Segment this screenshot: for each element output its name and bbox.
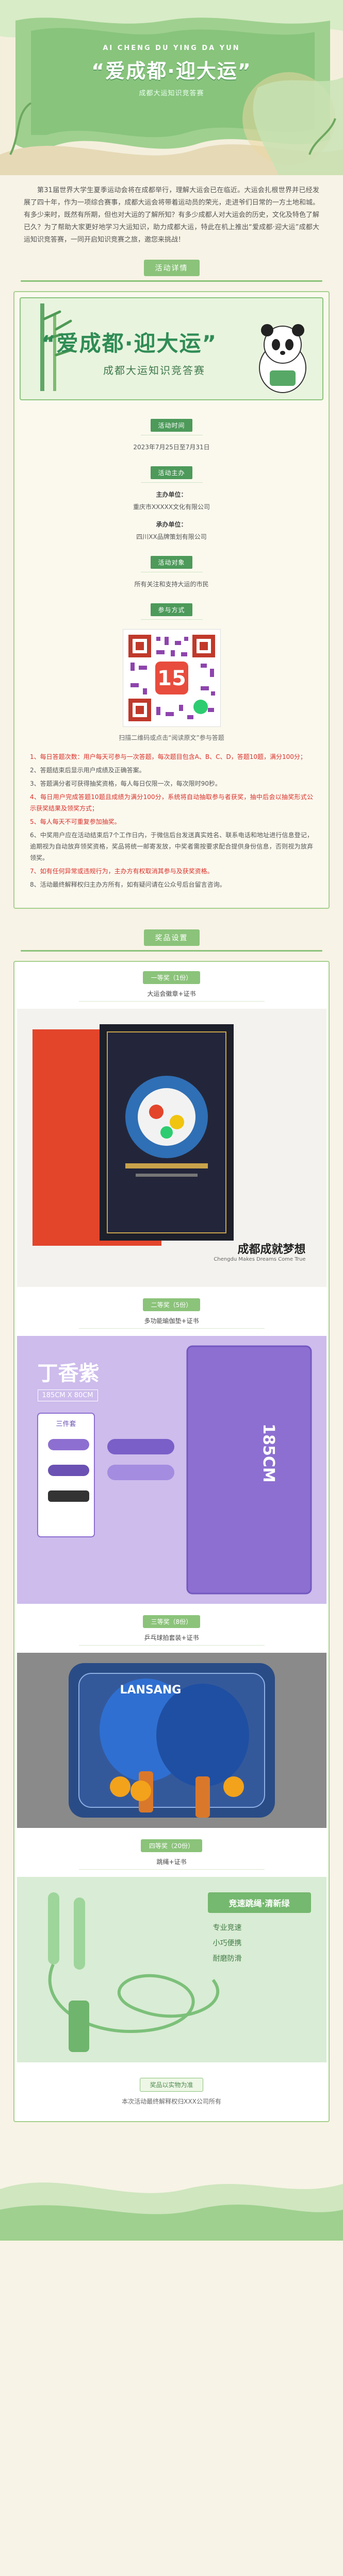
prize-rule [78,1001,265,1002]
prize-image-4: 竞速跳绳·清新绿 专业竞速 小巧便携 耐磨防滑 [17,1877,326,2062]
rule-item: 6、中奖用户应在活动结束后7个工作日内，于微信后台发送真实姓名、联系电话和地址进… [30,832,313,861]
details-section-title: 活动详情 [143,260,200,276]
section-divider [21,950,322,952]
org-exec-label: 承办单位： [156,521,187,528]
prize-rule [78,1328,265,1329]
svg-text:15: 15 [157,667,186,690]
org-host: 重庆市XXXXX文化有限公司 [133,503,210,511]
time-value: 2023年7月25日至7月31日 [133,444,210,451]
intro-paragraph: 第31届世界大学生夏季运动会将在成都举行，理解大运会已在临近。大运会扎根世界并已… [24,187,319,244]
p2-size: 185CM X 80CM [37,1389,98,1401]
prize-wrap: 一等奖（1份） 大运会徽章+证书 成都成就梦想 Chengdu Makes Dr… [0,961,343,2138]
p4-feature-panel: 竞速跳绳·清新绿 专业竞速 小巧便携 耐磨防滑 [207,1892,311,1967]
rules-list: 1、每日答题次数：用户每天可参与一次答题，每次题目包含A、B、C、D，答题10题… [14,742,329,908]
bottom-wave-illustration [0,2158,343,2241]
org-host-label: 主办单位： [156,491,187,498]
page-root: AI CHENG DU YING DA YUN “爱成都·迎大运” 成都大运知识… [0,0,343,2241]
rule-item: 5、每人每天不可重复参加抽奖。 [30,818,121,825]
hero-pinyin: AI CHENG DU YING DA YUN [103,44,240,52]
time-block: 活动时间 2023年7月25日至7月31日 [14,405,329,453]
p2-length: 185CM [259,1423,277,1483]
org-tag: 活动主办 [151,466,192,479]
p2-kit: 三件套 [56,1420,76,1428]
rule-item: 7、如有任何异常或违规行为，主办方有权取消其参与及获奖资格。 [30,868,214,875]
p4-title: 竞速跳绳·清新绿 [207,1892,311,1913]
intro-section: 第31届世界大学生夏季运动会将在成都举行，理解大运会已在临近。大运会扎根世界并已… [0,175,343,246]
qr-hint: 扫描二维码或点击“阅读原文”参与答题 [119,734,224,741]
banner-subtitle: 成都大运知识竞答赛 [103,364,205,377]
prize-rule [78,1645,265,1646]
prize-tag-1: 一等奖（1份） [142,971,201,984]
prize-name-4: 跳绳+证书 [156,1858,187,1866]
time-tag: 活动时间 [151,419,192,432]
details-section-head: 活动详情 [0,260,343,282]
rule-item: 2、答题结束后显示用户成绩及正确答案。 [30,767,145,774]
footer-text: 本次活动最终解释权归XXX公司所有 [122,2098,221,2105]
panda-mascot-icon [259,324,306,393]
footer-pill: 奖品以实物为准 [140,2078,203,2092]
p4-feature: 专业竞速 [213,1924,242,1932]
prize-image-3: LANSANG [17,1653,326,1828]
hero-title: “爱成都·迎大运” [91,60,252,82]
p4-feature: 耐磨防滑 [213,1955,242,1963]
target-value: 所有关注和支持大运的市民 [134,581,209,588]
table-tennis-set-illustration [17,1653,326,1828]
prize-tag-2: 二等奖（5份） [142,1298,201,1311]
p1-brand-sub: Chengdu Makes Dreams Come True [214,1257,306,1262]
prize-name-2: 多功能瑜伽垫+证书 [144,1317,199,1325]
bottom-decoration [0,2158,343,2241]
prize-image-2: 丁香紫 185CM X 80CM 三件套 185CM [17,1336,326,1604]
hero-subtitle: 成都大运知识竞答赛 [139,90,204,97]
p4-feature: 小巧便携 [213,1939,242,1947]
target-block: 活动对象 所有关注和支持大运的市民 [14,543,329,590]
prize-image-1: 成都成就梦想 Chengdu Makes Dreams Come True [17,1009,326,1287]
rule-item: 1、每日答题次数：用户每天可参与一次答题，每次题目包含A、B、C、D，答题10题… [30,753,306,760]
p1-brand: 成都成就梦想 [237,1243,306,1256]
target-tag: 活动对象 [151,556,192,569]
rule-item: 8、活动最终解释权归主办方所有，如有疑问请在公众号后台留言咨询。 [30,881,226,888]
prize-name-3: 乒乓球拍套装+证书 [144,1634,199,1641]
section-divider [21,280,322,282]
join-tag: 参与方式 [151,603,192,616]
hero-banner: AI CHENG DU YING DA YUN “爱成都·迎大运” 成都大运知识… [0,0,343,175]
event-banner: “爱成都·迎大运” 成都大运知识竞答赛 [20,297,323,400]
prize-rule [78,1869,265,1870]
prize-name-1: 大运会徽章+证书 [147,990,196,997]
prizes-section-title: 奖品设置 [143,929,200,946]
prize-panel: 一等奖（1份） 大运会徽章+证书 成都成就梦想 Chengdu Makes Dr… [13,961,330,2122]
join-block: 参与方式 15 扫描二维码或点击“阅读原文”参与答题 [14,590,329,742]
event-panel: “爱成都·迎大运” 成都大运知识竞答赛 活动时间 2023年7月25日至7月31… [13,291,330,909]
tag-rule [140,619,203,620]
p3-brand: LANSANG [120,1684,182,1697]
org-block: 活动主办 主办单位： 重庆市XXXXX文化有限公司 承办单位： 四川XX品牌策划… [14,453,329,543]
prize-tag-3: 三等奖（8份） [142,1615,201,1628]
org-exec: 四川XX品牌策划有限公司 [136,533,207,540]
footer-note: 奖品以实物为准 本次活动最终解释权归XXX公司所有 [14,2078,329,2106]
prizes-section-head: 奖品设置 [0,929,343,952]
p2-title: 丁香紫 [37,1362,100,1385]
banner-title: “爱成都·迎大运” [41,331,218,356]
rule-item: 4、每日用户完成答题10题且成绩为满分100分，系统将自动抽取参与者获奖，抽中后… [30,793,313,812]
qr-code[interactable]: 15 [122,629,221,727]
qr-code-icon: 15 [123,630,220,726]
prize-tag-4: 四等奖（20份） [140,1839,203,1852]
tag-rule [140,482,203,483]
rule-item: 3、答题满分者可获得抽奖资格，每人每日仅限一次，每次限时90秒。 [30,780,221,787]
